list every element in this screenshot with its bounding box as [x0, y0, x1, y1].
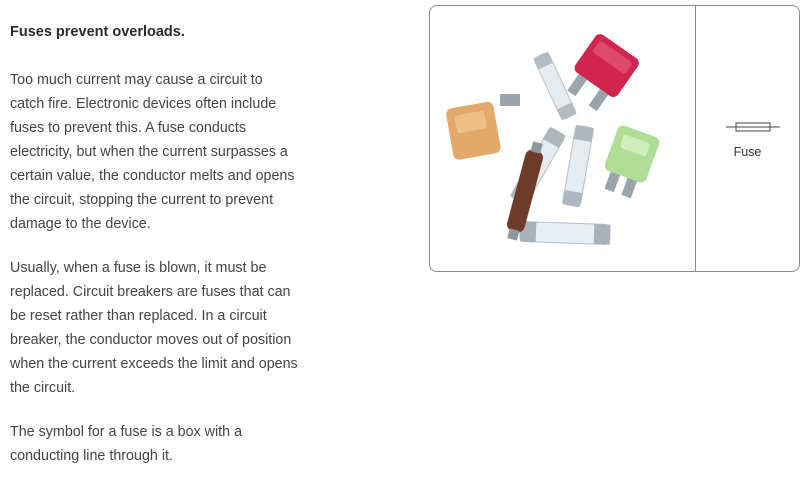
green-blade-fuse	[604, 125, 660, 199]
orange-blade-fuse	[446, 94, 520, 160]
article: Fuses prevent overloads. Too much curren…	[10, 20, 300, 488]
glass-fuse-bottom	[519, 221, 611, 245]
fuse-figure: Fuse	[429, 5, 800, 272]
article-heading: Fuses prevent overloads.	[10, 24, 185, 40]
fuse-symbol-panel: Fuse	[696, 6, 799, 271]
fuse-photo	[430, 6, 696, 271]
glass-fuse-top	[533, 51, 577, 121]
fuse-symbol-label: Fuse	[733, 145, 762, 159]
fuse-symbol-icon	[726, 122, 780, 132]
red-blade-fuse	[567, 34, 639, 112]
paragraph-fuse-function: Too much current may cause a circuit to …	[10, 72, 295, 232]
paragraph-circuit-breaker: Usually, when a fuse is blown, it must b…	[10, 260, 298, 396]
glass-fuse-middle	[562, 125, 594, 207]
paragraph-fuse-symbol: The symbol for a fuse is a box with a co…	[10, 424, 243, 464]
